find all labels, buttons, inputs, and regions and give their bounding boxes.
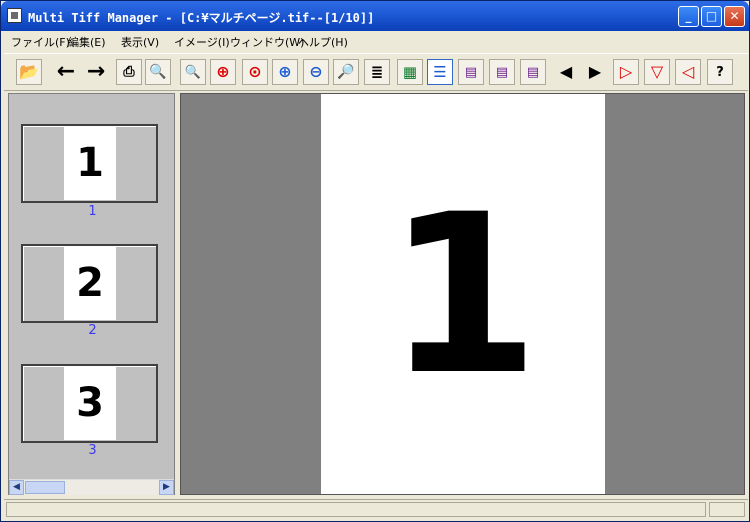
folder-open-icon: 📂 bbox=[19, 62, 39, 81]
application-window: Multi Tiff Manager - [C:¥マルチページ.tif--[1/… bbox=[0, 0, 750, 522]
triangle-left-icon: ◀ bbox=[559, 62, 573, 81]
grid-icon: ▦ bbox=[402, 62, 418, 81]
rotate-down-button[interactable]: ▽ bbox=[644, 59, 670, 85]
thumbnail-panel[interactable]: 1 1 2 2 3 3 ◀ ▶ bbox=[8, 93, 175, 495]
crosshair-zoom-icon: ⊕ bbox=[216, 62, 230, 81]
app-icon[interactable] bbox=[7, 8, 22, 23]
scroll-left-arrow-icon[interactable]: ◀ bbox=[9, 480, 24, 495]
open-folder-button[interactable]: 📂 bbox=[16, 59, 42, 85]
thumbnail-label: 3 bbox=[88, 443, 97, 458]
zoom-area-button[interactable]: 🔍 bbox=[180, 59, 206, 85]
file-red-button[interactable]: ▤ bbox=[458, 59, 484, 85]
print-button[interactable]: ⎙ bbox=[116, 59, 142, 85]
triangle-right-icon: ▶ bbox=[588, 62, 602, 81]
maximize-button[interactable]: □ bbox=[701, 6, 722, 27]
rotate-down-icon: ▽ bbox=[650, 62, 664, 81]
help-button[interactable]: ? bbox=[707, 59, 733, 85]
next-page-button[interactable]: ▶ bbox=[582, 59, 608, 85]
thumbnail-list-button[interactable]: ☰ bbox=[427, 59, 453, 85]
zoom-fit-icon: ⊙ bbox=[248, 62, 262, 81]
zoom-in-button[interactable]: ⊕ bbox=[272, 59, 298, 85]
page-list-button[interactable]: ≣ bbox=[364, 59, 390, 85]
horizontal-scrollbar[interactable]: ◀ ▶ bbox=[9, 479, 174, 495]
printer-icon: ⎙ bbox=[123, 64, 135, 80]
menu-bar: ファイル(F) 編集(E) 表示(V) イメージ(I) ウィンドウ(W) ヘルプ… bbox=[4, 31, 748, 51]
page-canvas: 1 bbox=[321, 94, 605, 494]
file-blue-button[interactable]: ▤ bbox=[520, 59, 546, 85]
scroll-right-arrow-icon[interactable]: ▶ bbox=[159, 480, 174, 495]
previous-page-button[interactable]: ◀ bbox=[553, 59, 579, 85]
zoom-center-button[interactable]: ⊕ bbox=[210, 59, 236, 85]
zoom-custom-button[interactable]: 🔎 bbox=[333, 59, 359, 85]
magnifier-icon: 🔍 bbox=[184, 64, 202, 80]
menu-edit[interactable]: 編集(E) bbox=[68, 34, 106, 50]
thumbnail-page-1[interactable]: 1 bbox=[21, 124, 158, 203]
title-bar[interactable]: Multi Tiff Manager - [C:¥マルチページ.tif--[1/… bbox=[1, 1, 749, 31]
arrow-left-icon: ← bbox=[56, 59, 76, 84]
menu-file[interactable]: ファイル(F) bbox=[11, 34, 70, 50]
status-field-main bbox=[6, 502, 706, 517]
zoom-out-button[interactable]: ⊖ bbox=[303, 59, 329, 85]
thumbnail-number: 2 bbox=[64, 247, 116, 320]
arrow-right-icon: → bbox=[86, 59, 106, 84]
window-title: Multi Tiff Manager - [C:¥マルチページ.tif--[1/… bbox=[28, 11, 375, 25]
thumbnail-page-3[interactable]: 3 bbox=[21, 364, 158, 443]
file-green-button[interactable]: ▤ bbox=[489, 59, 515, 85]
zoom-out-icon: ⊖ bbox=[309, 62, 323, 81]
menu-help[interactable]: ヘルプ(H) bbox=[298, 34, 348, 50]
zoom-in-icon: ⊕ bbox=[278, 62, 292, 81]
zoom-plus-minus-icon: 🔎 bbox=[337, 64, 355, 80]
rotate-left-button[interactable]: ◁ bbox=[675, 59, 701, 85]
file-green-icon: ▤ bbox=[495, 64, 509, 80]
thumbnail-label: 1 bbox=[88, 204, 97, 219]
thumbnail-number: 3 bbox=[64, 367, 116, 440]
rotate-left-icon: ◁ bbox=[681, 62, 695, 81]
menu-window[interactable]: ウィンドウ(W) bbox=[230, 34, 304, 50]
menu-view[interactable]: 表示(V) bbox=[121, 34, 159, 50]
thumbnail-label: 2 bbox=[88, 323, 97, 338]
rotate-right-icon: ▷ bbox=[619, 62, 633, 81]
rotate-right-button[interactable]: ▷ bbox=[613, 59, 639, 85]
print-preview-icon: 🔍 bbox=[149, 64, 167, 80]
list-icon: ≣ bbox=[370, 62, 384, 81]
zoom-fit-button[interactable]: ⊙ bbox=[242, 59, 268, 85]
menu-image[interactable]: イメージ(I) bbox=[174, 34, 230, 50]
toolbar: 📂 ← → ⎙ 🔍 🔍 ⊕ ⊙ ⊕ ⊖ 🔎 ≣ ▦ ☰ ▤ ▤ ▤ ◀ ▶ ▷ … bbox=[4, 53, 748, 91]
thumbnail-number: 1 bbox=[64, 127, 116, 200]
back-button[interactable]: ← bbox=[53, 59, 79, 85]
thumbnail-grid-button[interactable]: ▦ bbox=[397, 59, 423, 85]
file-blue-icon: ▤ bbox=[526, 64, 540, 80]
print-preview-button[interactable]: 🔍 bbox=[145, 59, 171, 85]
image-view[interactable]: 1 bbox=[180, 93, 745, 495]
thumbnail-page-2[interactable]: 2 bbox=[21, 244, 158, 323]
page-content-number: 1 bbox=[386, 167, 540, 423]
detail-list-icon: ☰ bbox=[433, 62, 447, 81]
close-button[interactable]: ✕ bbox=[724, 6, 745, 27]
status-bar bbox=[4, 499, 748, 520]
forward-button[interactable]: → bbox=[83, 59, 109, 85]
status-field-grip[interactable] bbox=[709, 502, 745, 517]
help-icon: ? bbox=[716, 64, 724, 80]
minimize-button[interactable]: _ bbox=[678, 6, 699, 27]
scroll-thumb[interactable] bbox=[25, 481, 65, 494]
file-red-icon: ▤ bbox=[464, 64, 478, 80]
